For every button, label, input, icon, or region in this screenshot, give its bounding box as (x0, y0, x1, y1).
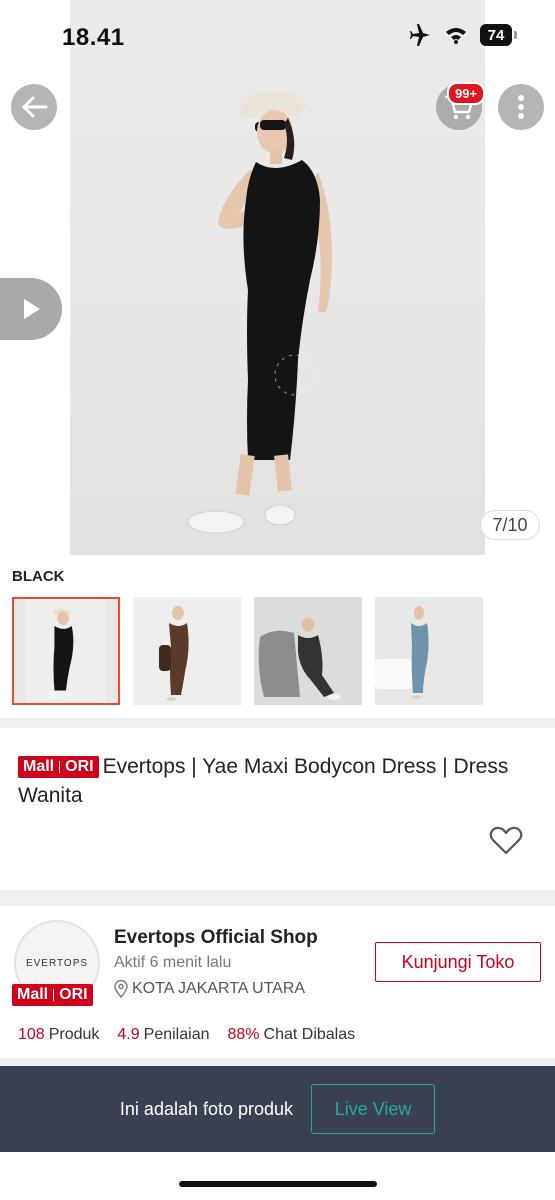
live-view-bar: Ini adalah foto produk Live View (0, 1066, 555, 1152)
shop-logo-text: EVERTOPS (25, 957, 89, 969)
favorite-button[interactable] (489, 826, 523, 861)
product-photo[interactable] (70, 0, 485, 555)
shop-stats: 108 Produk 4.9 Penilaian 88% Chat Dibalas (18, 1026, 373, 1044)
product-title-block: Mall ORI Evertops | Yae Maxi Bodycon Dre… (18, 752, 528, 810)
stat-products: 108 Produk (18, 1026, 99, 1044)
image-counter: 7/10 (480, 510, 540, 540)
play-icon (24, 299, 40, 319)
video-play-button[interactable] (0, 278, 62, 340)
variant-thumbnails (12, 597, 496, 705)
home-indicator[interactable] (179, 1181, 377, 1187)
airplane-icon (410, 24, 430, 46)
live-view-button[interactable]: Live View (311, 1084, 436, 1134)
location-pin-icon (114, 980, 128, 998)
thumb-image (14, 599, 118, 703)
section-divider (0, 1058, 555, 1066)
variant-thumb-blue[interactable] (375, 597, 483, 705)
mall-ori-badge: Mall ORI (18, 755, 99, 778)
thumb-image (254, 597, 362, 705)
live-bar-text: Ini adalah foto produk (119, 1098, 294, 1119)
status-icons: 74 (408, 24, 517, 46)
stat-rating: 4.9 Penilaian (117, 1026, 209, 1044)
wifi-icon (446, 28, 466, 44)
heart-icon (489, 826, 523, 855)
ori-label: ORI (59, 986, 88, 1003)
stat-value: 4.9 (117, 1026, 140, 1043)
visit-shop-button[interactable]: Kunjungi Toko (375, 942, 541, 982)
variant-thumb-black[interactable] (12, 597, 120, 705)
cart-count-badge: 99+ (447, 82, 486, 105)
status-time: 18.41 (62, 24, 125, 51)
thumb-image (375, 597, 483, 705)
mall-label: Mall (23, 758, 55, 775)
variant-thumb-charcoal[interactable] (254, 597, 362, 705)
shop-location-text: KOTA JAKARTA UTARA (132, 980, 306, 997)
stat-value: 108 (18, 1026, 45, 1043)
section-divider (0, 890, 555, 906)
shop-name[interactable]: Evertops Official Shop (114, 927, 318, 949)
more-options-button[interactable] (498, 84, 544, 130)
back-button[interactable] (11, 84, 57, 130)
shop-mall-ori-badge: Mall ORI (12, 984, 93, 1006)
arrow-left-icon (22, 96, 48, 118)
bottom-safe-area (0, 1152, 555, 1200)
battery-icon: 74 (480, 24, 517, 46)
status-bar: 18.41 74 (0, 0, 555, 70)
model-illustration (187, 91, 332, 534)
ori-label: ORI (65, 758, 94, 775)
battery-level: 74 (480, 24, 512, 46)
section-divider (0, 718, 555, 728)
stat-label: Penilaian (143, 1026, 210, 1043)
shop-location: KOTA JAKARTA UTARA (114, 980, 305, 998)
variant-selected-label: BLACK (12, 568, 65, 585)
more-vertical-icon (518, 95, 524, 119)
stat-label: Chat Dibalas (263, 1026, 356, 1043)
stat-value: 88% (227, 1026, 260, 1043)
stat-chat-reply: 88% Chat Dibalas (227, 1026, 355, 1044)
thumb-image (133, 597, 241, 705)
stat-label: Produk (48, 1026, 100, 1043)
variant-thumb-brown[interactable] (133, 597, 241, 705)
shop-active-status: Aktif 6 menit lalu (114, 954, 232, 971)
mall-label: Mall (17, 986, 49, 1003)
